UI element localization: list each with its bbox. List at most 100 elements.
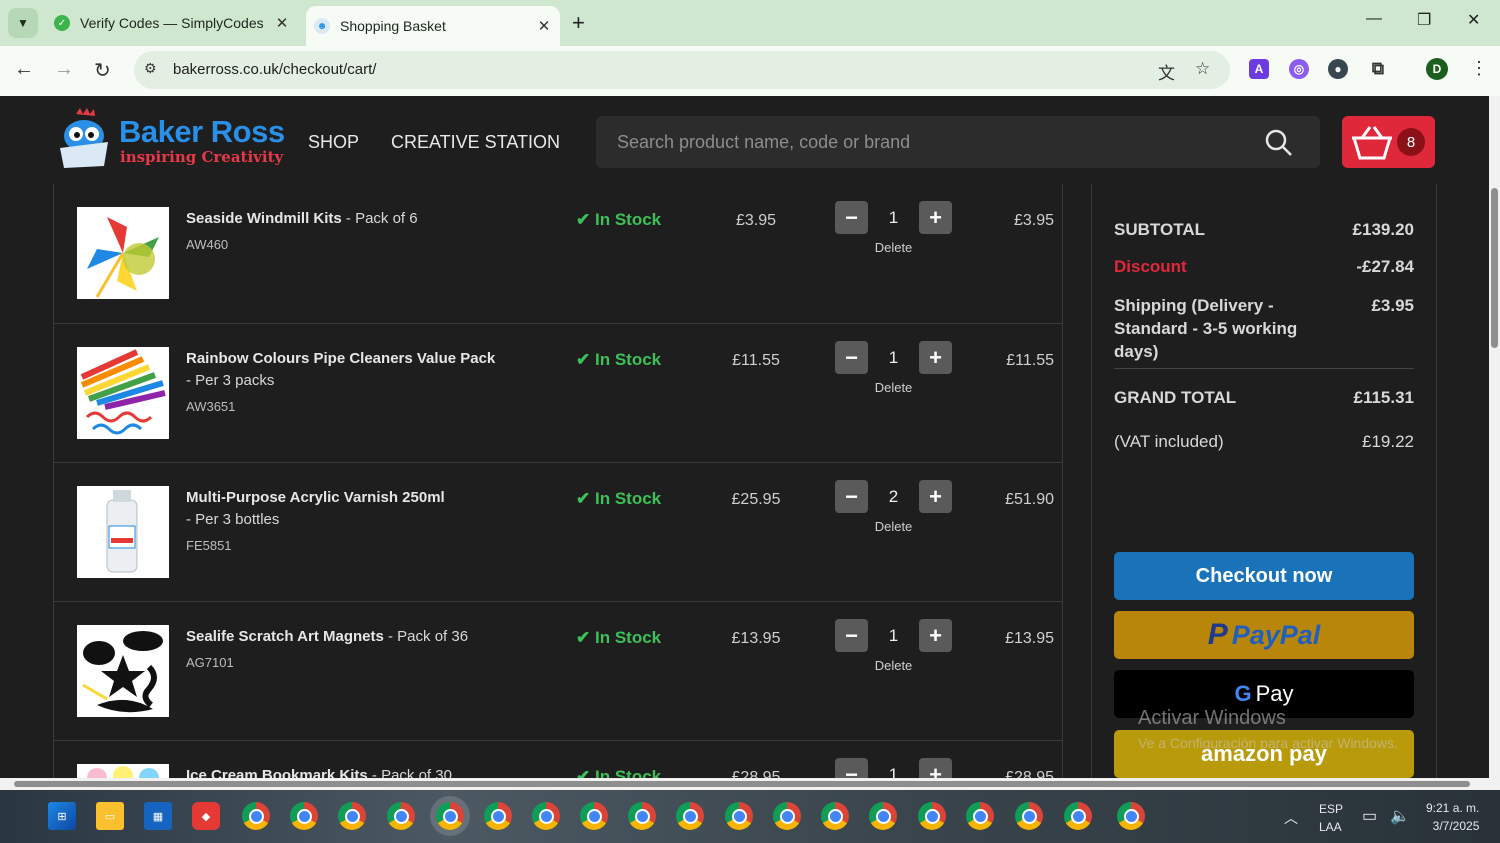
checkout-now-button[interactable]: Checkout now — [1114, 552, 1414, 600]
product-image[interactable] — [77, 625, 169, 717]
site-info-icon[interactable]: ⚙ — [144, 60, 157, 77]
increase-qty-button[interactable]: + — [919, 758, 952, 778]
chrome-profile-icon[interactable] — [628, 802, 656, 830]
restore-icon[interactable]: ❐ — [1417, 10, 1431, 30]
nav-creative-station[interactable]: CREATIVE STATION — [391, 132, 560, 153]
extension-swirl-icon[interactable]: ◎ — [1289, 59, 1309, 79]
increase-qty-button[interactable]: + — [919, 341, 952, 374]
increase-qty-button[interactable]: + — [919, 201, 952, 234]
search-input[interactable]: Search product name, code or brand — [617, 132, 910, 153]
paypal-button[interactable]: P PayPal — [1114, 611, 1414, 659]
tab-search-dropdown[interactable]: ▼ — [8, 8, 38, 38]
tab-shopping-basket[interactable]: ☻ Shopping Basket ✕ — [306, 6, 560, 46]
gpay-label: Pay — [1255, 681, 1294, 706]
chrome-active-icon[interactable] — [436, 802, 464, 830]
chrome-profile-icon[interactable] — [773, 802, 801, 830]
product-image[interactable] — [77, 764, 169, 778]
translate-icon[interactable]: 文 — [1158, 59, 1175, 84]
store-icon[interactable]: ▦ — [144, 802, 172, 830]
chrome-profile-icon[interactable] — [387, 802, 415, 830]
search-icon[interactable] — [1264, 128, 1294, 158]
chrome-profile-icon[interactable] — [966, 802, 994, 830]
chrome-profile-icon[interactable] — [338, 802, 366, 830]
windows-start-icon[interactable]: ⊞ — [48, 802, 76, 830]
volume-icon[interactable]: 🔈 — [1390, 806, 1410, 826]
minimize-icon[interactable]: — — [1366, 10, 1382, 28]
delete-link[interactable]: Delete — [835, 519, 952, 534]
reload-icon[interactable]: ↻ — [94, 58, 111, 83]
qty-input[interactable]: 1 — [870, 341, 917, 374]
close-tab-icon[interactable]: ✕ — [534, 17, 554, 35]
delete-link[interactable]: Delete — [835, 240, 952, 255]
nav-shop[interactable]: SHOP — [308, 132, 359, 153]
baker-ross-logo-icon[interactable] — [54, 106, 114, 170]
product-image[interactable] — [77, 207, 169, 299]
product-title[interactable]: Multi-Purpose Acrylic Varnish 250ml — [186, 489, 445, 506]
extensions-puzzle-icon[interactable]: ⧉ — [1368, 59, 1388, 79]
discount-row: Discount -£27.84 — [1114, 257, 1414, 277]
chrome-profile-icon[interactable] — [290, 802, 318, 830]
tray-chevron-icon[interactable]: ︿ — [1284, 808, 1298, 828]
browser-menu-icon[interactable]: ⋮ — [1470, 58, 1488, 79]
chrome-profile-icon[interactable] — [532, 802, 560, 830]
scrollbar-thumb[interactable] — [14, 781, 1470, 787]
qty-input[interactable]: 1 — [870, 758, 917, 779]
chrome-profile-icon[interactable] — [484, 802, 512, 830]
basket-button[interactable]: 8 — [1342, 116, 1435, 168]
stock-label: In Stock — [594, 628, 662, 647]
chrome-profile-icon[interactable] — [821, 802, 849, 830]
delete-link[interactable]: Delete — [835, 380, 952, 395]
decrease-qty-button[interactable]: − — [835, 758, 868, 778]
browser-tab-strip: ▼ ✓ Verify Codes — SimplyCodes ✕ ☻ Shopp… — [0, 0, 1500, 46]
qty-input[interactable]: 1 — [870, 619, 917, 652]
increase-qty-button[interactable]: + — [919, 480, 952, 513]
delete-link[interactable]: Delete — [835, 658, 952, 673]
language-indicator[interactable]: ESP LAA — [1319, 802, 1343, 834]
bookmark-star-icon[interactable]: ☆ — [1195, 59, 1210, 79]
close-tab-icon[interactable]: ✕ — [272, 14, 292, 32]
new-tab-icon[interactable]: + — [572, 10, 585, 36]
back-icon[interactable]: ← — [14, 58, 34, 81]
logo-wordmark[interactable]: Baker Ross — [119, 114, 285, 150]
decrease-qty-button[interactable]: − — [835, 619, 868, 652]
chrome-profile-icon[interactable] — [1015, 802, 1043, 830]
horizontal-scrollbar[interactable] — [0, 778, 1500, 790]
search-box[interactable]: Search product name, code or brand — [596, 116, 1320, 168]
extension-a-icon[interactable]: A — [1249, 59, 1269, 79]
decrease-qty-button[interactable]: − — [835, 341, 868, 374]
tab-verify-codes[interactable]: ✓ Verify Codes — SimplyCodes ✕ — [46, 6, 298, 40]
chrome-profile-icon[interactable] — [725, 802, 753, 830]
chrome-profile-icon[interactable] — [869, 802, 897, 830]
product-title[interactable]: Seaside Windmill Kits — [186, 210, 342, 227]
chrome-profile-icon[interactable] — [1064, 802, 1092, 830]
app-red-icon[interactable]: ◆ — [192, 802, 220, 830]
profile-avatar[interactable]: D — [1426, 58, 1448, 80]
chrome-profile-icon[interactable] — [1117, 802, 1145, 830]
qty-input[interactable]: 2 — [870, 480, 917, 513]
product-image[interactable] — [77, 347, 169, 439]
increase-qty-button[interactable]: + — [919, 619, 952, 652]
decrease-qty-button[interactable]: − — [835, 480, 868, 513]
product-title[interactable]: Ice Cream Bookmark Kits — [186, 767, 368, 778]
file-explorer-icon[interactable]: ▭ — [96, 802, 124, 830]
forward-icon[interactable]: → — [54, 58, 74, 81]
url-text[interactable]: bakerross.co.uk/checkout/cart/ — [173, 61, 376, 78]
chrome-profile-icon[interactable] — [580, 802, 608, 830]
chrome-profile-icon[interactable] — [918, 802, 946, 830]
product-title[interactable]: Sealife Scratch Art Magnets — [186, 628, 384, 645]
stock-status: ✔ In Stock — [576, 767, 661, 778]
network-icon[interactable]: ▭ — [1362, 806, 1377, 826]
extension-spy-icon[interactable]: ● — [1328, 59, 1348, 79]
qty-input[interactable]: 1 — [870, 201, 917, 234]
chrome-profile-icon[interactable] — [676, 802, 704, 830]
product-image[interactable] — [77, 486, 169, 578]
vertical-scrollbar[interactable] — [1489, 96, 1500, 778]
stock-status: ✔ In Stock — [576, 628, 661, 648]
clock[interactable]: 9:21 a. m. 3/7/2025 — [1426, 801, 1479, 833]
close-window-icon[interactable]: ✕ — [1467, 10, 1480, 30]
scrollbar-thumb[interactable] — [1491, 188, 1498, 348]
address-bar[interactable]: ⚙ bakerross.co.uk/checkout/cart/ 文 ☆ — [134, 51, 1230, 89]
product-title[interactable]: Rainbow Colours Pipe Cleaners Value Pack — [186, 350, 495, 367]
decrease-qty-button[interactable]: − — [835, 201, 868, 234]
chrome-profile-icon[interactable] — [242, 802, 270, 830]
